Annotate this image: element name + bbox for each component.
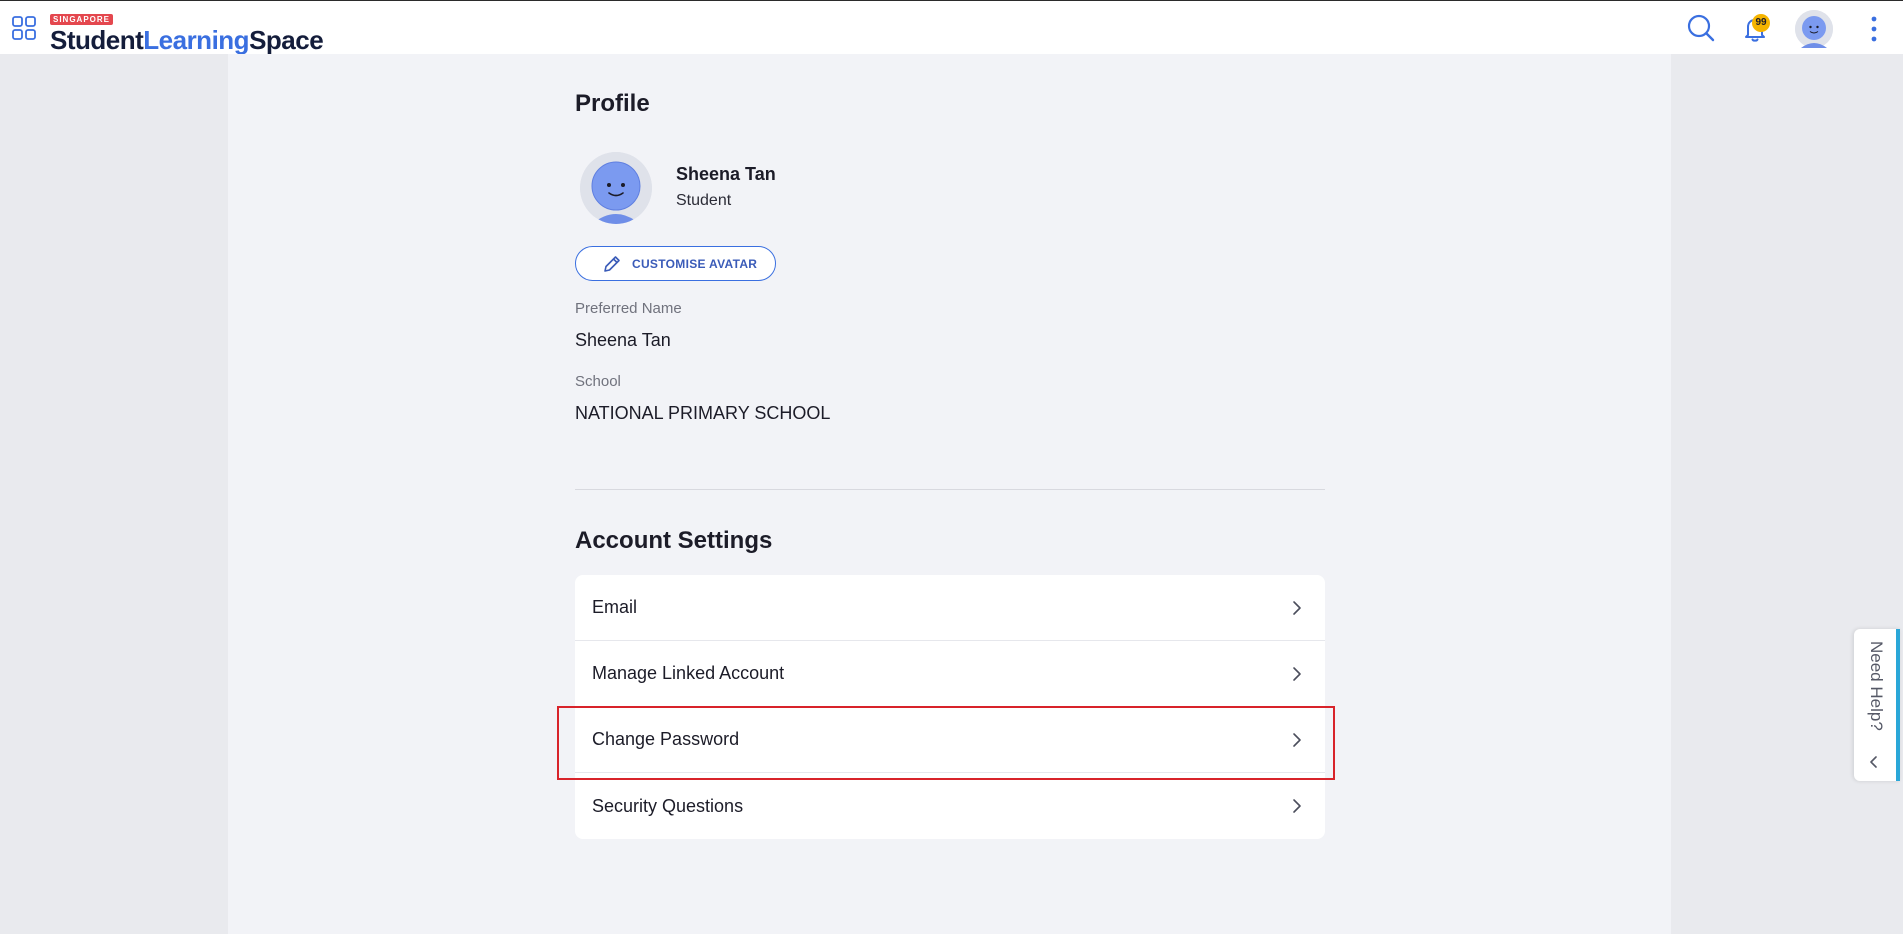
setting-manage-linked-account[interactable]: Manage Linked Account (575, 641, 1325, 707)
preferred-name-value: Sheena Tan (575, 330, 671, 350)
logo-badge: SINGAPORE (50, 14, 114, 25)
more-vertical-icon[interactable] (1865, 15, 1883, 43)
profile-heading: Profile (575, 90, 650, 117)
chevron-right-icon (1293, 601, 1301, 615)
app-logo[interactable]: SINGAPORE StudentLearningSpace (50, 9, 324, 55)
chevron-right-icon (1293, 799, 1301, 813)
profile-avatar (580, 152, 652, 224)
setting-label: Change Password (592, 729, 740, 749)
customise-avatar-label: CUSTOMISE AVATAR (632, 256, 758, 271)
chevron-right-icon (1293, 667, 1301, 681)
search-icon[interactable] (1686, 13, 1716, 43)
chevron-right-icon (1293, 733, 1301, 747)
chevron-left-icon (1870, 756, 1877, 768)
profile-name: Sheena Tan (676, 164, 776, 184)
customise-avatar-button[interactable]: CUSTOMISE AVATAR (575, 246, 776, 281)
apps-grid-icon[interactable] (10, 14, 38, 42)
pencil-icon (604, 255, 620, 272)
need-help-tab[interactable]: Need Help? (1854, 629, 1900, 781)
setting-change-password[interactable]: Change Password (575, 707, 1325, 773)
setting-label: Security Questions (592, 795, 744, 816)
main-content: Profile Sheena Tan Student CUSTOMISE AVA… (228, 54, 1671, 934)
account-settings-list: Email Manage Linked Account Change Passw… (575, 575, 1325, 839)
preferred-name-label: Preferred Name (575, 300, 682, 317)
school-value: NATIONAL PRIMARY SCHOOL (575, 403, 831, 423)
setting-security-questions[interactable]: Security Questions (575, 773, 1325, 839)
school-label: School (575, 373, 621, 390)
top-navbar: SINGAPORE StudentLearningSpace 99 (0, 0, 1903, 54)
need-help-label: Need Help? (1867, 641, 1886, 731)
setting-email[interactable]: Email (575, 575, 1325, 641)
avatar[interactable] (1795, 10, 1833, 48)
setting-label: Email (592, 597, 638, 617)
setting-label: Manage Linked Account (592, 663, 785, 683)
section-divider (575, 489, 1325, 490)
profile-role: Student (676, 192, 732, 209)
notification-count-badge: 99 (1752, 14, 1770, 32)
account-settings-heading: Account Settings (575, 527, 773, 554)
logo-text: StudentLearningSpace (50, 25, 324, 55)
